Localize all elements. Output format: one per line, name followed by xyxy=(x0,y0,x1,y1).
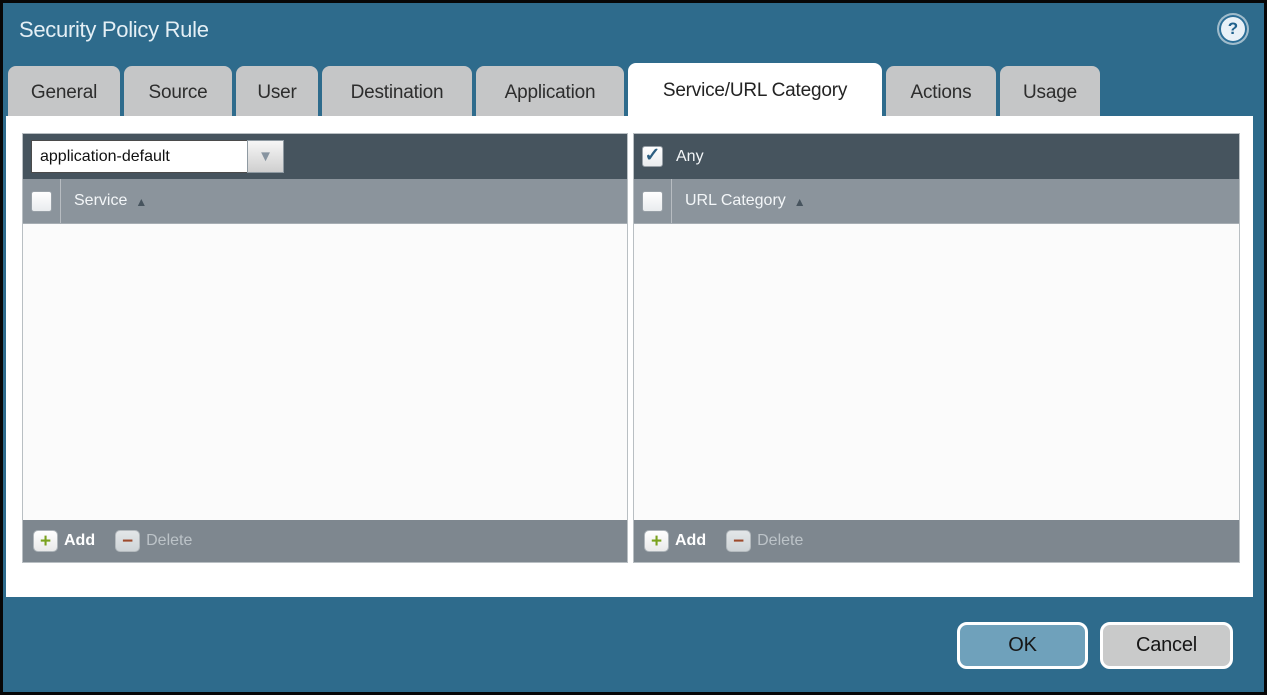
tab-content-area: application-default ▼ Service ▲ + Add xyxy=(6,116,1253,597)
service-column-header[interactable]: Service xyxy=(74,192,127,210)
url-category-table-header: URL Category ▲ xyxy=(634,179,1239,224)
service-type-dropdown-value[interactable]: application-default xyxy=(31,140,247,173)
url-category-column-header[interactable]: URL Category xyxy=(685,192,786,210)
service-table-footer: + Add − Delete xyxy=(23,520,627,562)
url-category-any-checkbox[interactable]: ✓ xyxy=(642,146,663,167)
delete-button-label: Delete xyxy=(757,532,803,550)
chevron-down-icon: ▼ xyxy=(258,149,273,164)
url-category-select-all-checkbox[interactable] xyxy=(642,191,663,212)
tab-label: Source xyxy=(148,82,207,104)
delete-icon: − xyxy=(115,530,140,552)
tab-label: Destination xyxy=(351,82,444,104)
service-table-body[interactable] xyxy=(23,224,627,520)
url-category-any-bar: ✓ Any xyxy=(634,134,1239,179)
tab-source[interactable]: Source xyxy=(124,66,232,119)
url-category-select-all-cell xyxy=(634,179,672,223)
service-type-dropdown[interactable]: application-default ▼ xyxy=(31,140,284,173)
sort-ascending-icon[interactable]: ▲ xyxy=(135,195,147,209)
service-add-button[interactable]: + Add xyxy=(33,530,95,552)
tab-user[interactable]: User xyxy=(236,66,318,119)
tab-bar: General Source User Destination Applicat… xyxy=(8,63,1100,119)
url-category-any-label: Any xyxy=(676,148,704,166)
security-policy-rule-dialog: Security Policy Rule ? General Source Us… xyxy=(0,0,1267,695)
url-category-table-body[interactable] xyxy=(634,224,1239,520)
tab-application[interactable]: Application xyxy=(476,66,624,119)
url-category-add-button[interactable]: + Add xyxy=(644,530,706,552)
service-delete-button[interactable]: − Delete xyxy=(115,530,192,552)
url-category-delete-button[interactable]: − Delete xyxy=(726,530,803,552)
tab-label: Actions xyxy=(911,82,972,104)
service-select-all-checkbox[interactable] xyxy=(31,191,52,212)
sort-ascending-icon[interactable]: ▲ xyxy=(794,195,806,209)
tab-general[interactable]: General xyxy=(8,66,120,119)
service-dropdown-bar: application-default ▼ xyxy=(23,134,627,179)
service-type-dropdown-button[interactable]: ▼ xyxy=(247,140,284,173)
url-category-panel: ✓ Any URL Category ▲ + Add − Delete xyxy=(633,133,1240,563)
tab-service-url-category[interactable]: Service/URL Category xyxy=(628,63,882,119)
tab-label: Application xyxy=(505,82,596,104)
service-panel: application-default ▼ Service ▲ + Add xyxy=(22,133,628,563)
tab-usage[interactable]: Usage xyxy=(1000,66,1100,119)
help-icon[interactable]: ? xyxy=(1219,15,1247,43)
add-icon: + xyxy=(644,530,669,552)
service-select-all-cell xyxy=(23,179,61,223)
ok-button[interactable]: OK xyxy=(957,622,1088,669)
tab-label: Usage xyxy=(1023,82,1077,104)
checkmark-icon: ✓ xyxy=(645,146,661,165)
tab-label: User xyxy=(257,82,296,104)
add-button-label: Add xyxy=(675,532,706,550)
tab-destination[interactable]: Destination xyxy=(322,66,472,119)
service-table-header: Service ▲ xyxy=(23,179,627,224)
tab-label: Service/URL Category xyxy=(663,80,847,102)
add-icon: + xyxy=(33,530,58,552)
help-icon-glyph: ? xyxy=(1228,19,1238,39)
tab-actions[interactable]: Actions xyxy=(886,66,996,119)
add-button-label: Add xyxy=(64,532,95,550)
url-category-table-footer: + Add − Delete xyxy=(634,520,1239,562)
dialog-title: Security Policy Rule xyxy=(19,17,209,43)
tab-label: General xyxy=(31,82,97,104)
delete-button-label: Delete xyxy=(146,532,192,550)
cancel-button[interactable]: Cancel xyxy=(1100,622,1233,669)
delete-icon: − xyxy=(726,530,751,552)
